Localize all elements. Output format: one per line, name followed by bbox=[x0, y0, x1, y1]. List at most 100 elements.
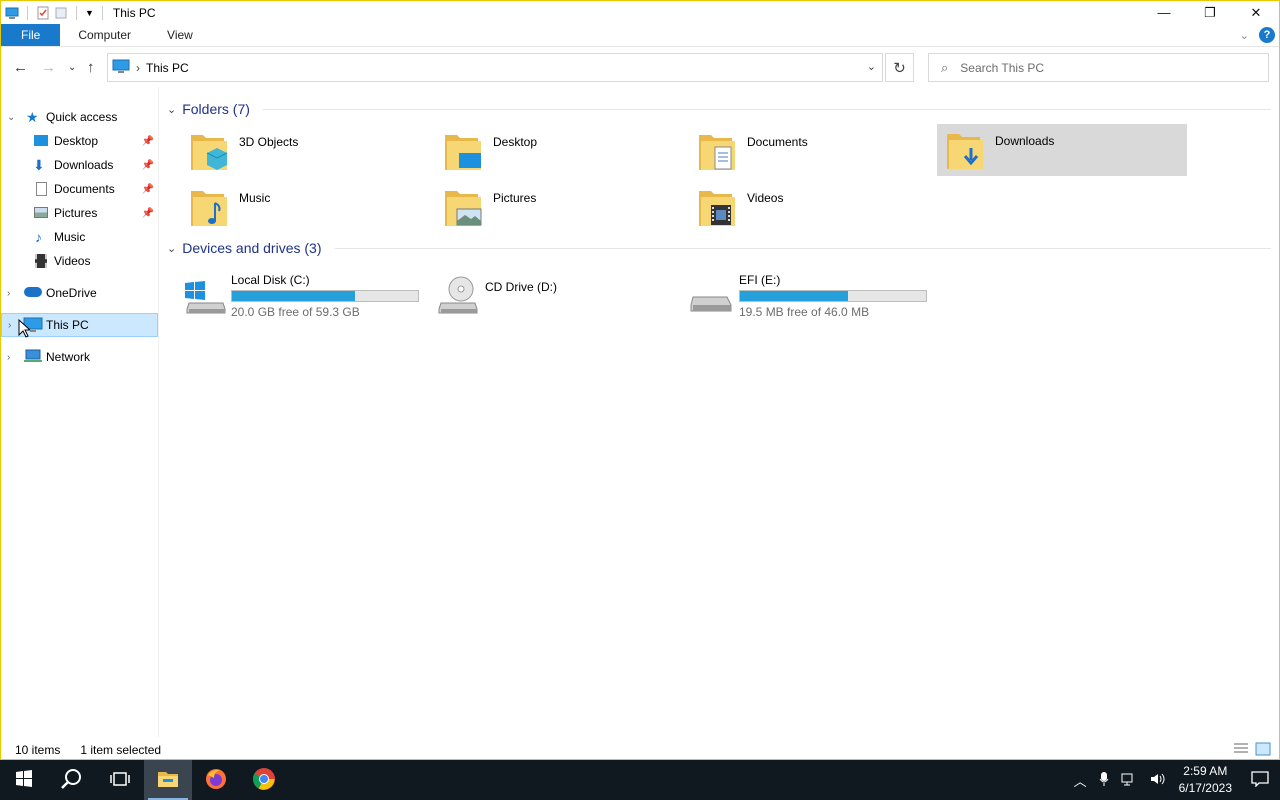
new-folder-icon[interactable] bbox=[54, 6, 68, 20]
folder-music[interactable]: Music bbox=[181, 181, 431, 233]
taskbar: ︿ 2:59 AM 6/17/2023 bbox=[0, 760, 1280, 800]
task-view-button[interactable] bbox=[96, 760, 144, 800]
close-button[interactable]: ✕ bbox=[1233, 1, 1279, 24]
refresh-icon: ↻ bbox=[893, 59, 906, 77]
search-icon: ⌕ bbox=[941, 59, 949, 75]
windows-drive-icon bbox=[181, 275, 227, 319]
address-dropdown-icon[interactable]: ⌄ bbox=[867, 60, 876, 73]
music-note-icon: ♪ bbox=[35, 229, 42, 245]
expand-ribbon-icon[interactable]: ⌄ bbox=[1240, 29, 1249, 42]
file-explorer-icon bbox=[157, 770, 179, 791]
windows-logo-icon bbox=[15, 769, 33, 791]
sidebar-item-label: Documents bbox=[54, 182, 115, 196]
maximize-button[interactable]: ❐ bbox=[1187, 1, 1233, 24]
drive-local-disk-c[interactable]: Local Disk (C:) 20.0 GB free of 59.3 GB bbox=[177, 271, 427, 323]
show-hidden-icons-chevron-icon[interactable]: ︿ bbox=[1068, 771, 1093, 790]
star-icon: ★ bbox=[26, 108, 39, 125]
folder-downloads[interactable]: Downloads bbox=[937, 124, 1187, 176]
window-controls: — ❐ ✕ bbox=[1141, 1, 1279, 24]
content-area: ⌄ Folders (7) 3D Objects Desktop Documen… bbox=[159, 93, 1271, 733]
sidebar-item-label: This PC bbox=[46, 318, 89, 332]
microphone-icon[interactable] bbox=[1093, 771, 1115, 790]
clock-time: 2:59 AM bbox=[1183, 764, 1228, 778]
start-button[interactable] bbox=[0, 760, 48, 800]
status-bar: 10 items 1 item selected bbox=[1, 739, 1279, 761]
search-button[interactable] bbox=[48, 760, 96, 800]
sidebar-item-documents[interactable]: Documents 📌 bbox=[1, 177, 158, 201]
this-pc-icon bbox=[5, 6, 19, 20]
firefox-taskbar-button[interactable] bbox=[192, 760, 240, 800]
sidebar-item-label: Desktop bbox=[54, 134, 99, 148]
expanded-chevron-icon[interactable]: ⌄ bbox=[7, 112, 15, 123]
quick-access-toolbar: ▼ bbox=[1, 5, 107, 20]
folders-group-header[interactable]: ⌄ Folders (7) bbox=[167, 99, 1271, 119]
ribbon-right: ⌄ ? bbox=[1240, 27, 1275, 43]
drive-name: Local Disk (C:) bbox=[231, 273, 310, 287]
network-icon bbox=[23, 348, 43, 367]
title-bar: ▼ This PC — ❐ ✕ bbox=[1, 1, 1279, 24]
tab-file[interactable]: File bbox=[1, 24, 61, 46]
chrome-icon bbox=[252, 767, 276, 794]
sidebar-item-pictures[interactable]: Pictures 📌 bbox=[1, 201, 158, 225]
help-icon[interactable]: ? bbox=[1259, 27, 1275, 43]
ribbon-tabs: File Computer View ⌄ ? bbox=[1, 24, 1279, 47]
sidebar-item-downloads[interactable]: ⬇ Downloads 📌 bbox=[1, 153, 158, 177]
folder-3d-objects[interactable]: 3D Objects bbox=[181, 125, 431, 177]
sidebar-item-music[interactable]: ♪ Music bbox=[1, 225, 158, 249]
large-icons-view-icon[interactable] bbox=[1255, 742, 1271, 759]
picture-icon bbox=[34, 207, 48, 218]
search-input[interactable] bbox=[960, 60, 1241, 75]
group-title: Devices and drives (3) bbox=[182, 240, 322, 256]
folder-videos[interactable]: Videos bbox=[689, 181, 939, 233]
drive-free-space: 19.5 MB free of 46.0 MB bbox=[739, 305, 870, 319]
file-explorer-taskbar-button[interactable] bbox=[144, 760, 192, 800]
group-collapse-chevron-icon[interactable]: ⌄ bbox=[167, 103, 176, 116]
sidebar-item-quick-access[interactable]: ⌄ ★ Quick access bbox=[1, 105, 158, 129]
drive-efi-e[interactable]: EFI (E:) 19.5 MB free of 46.0 MB bbox=[685, 271, 935, 323]
pin-icon: 📌 bbox=[141, 159, 154, 171]
clock[interactable]: 2:59 AM 6/17/2023 bbox=[1171, 763, 1240, 797]
volume-icon[interactable] bbox=[1143, 771, 1171, 790]
pin-icon: 📌 bbox=[141, 135, 154, 147]
sidebar-item-network[interactable]: › Network bbox=[1, 345, 158, 369]
sidebar-item-videos[interactable]: Videos bbox=[1, 249, 158, 273]
tab-view[interactable]: View bbox=[149, 24, 211, 46]
details-view-icon[interactable] bbox=[1233, 742, 1249, 759]
minimize-button[interactable]: — bbox=[1141, 1, 1187, 24]
group-title: Folders (7) bbox=[182, 101, 250, 117]
properties-icon[interactable] bbox=[36, 6, 50, 20]
action-center-button[interactable] bbox=[1240, 760, 1280, 800]
tab-computer[interactable]: Computer bbox=[60, 24, 149, 46]
sidebar-item-desktop[interactable]: Desktop 📌 bbox=[1, 129, 158, 153]
back-arrow-icon[interactable]: ← bbox=[13, 59, 28, 76]
devices-group-header[interactable]: ⌄ Devices and drives (3) bbox=[167, 238, 1271, 258]
folder-label: Videos bbox=[747, 191, 784, 205]
network-status-icon[interactable] bbox=[1115, 771, 1143, 790]
desktop-icon bbox=[34, 135, 48, 146]
drive-icon bbox=[689, 275, 735, 319]
folder-pictures[interactable]: Pictures bbox=[435, 181, 685, 233]
customize-qat-dropdown-icon[interactable]: ▼ bbox=[85, 8, 94, 18]
breadcrumb-chevron-icon[interactable]: › bbox=[136, 61, 140, 75]
sidebar-item-onedrive[interactable]: › OneDrive bbox=[1, 281, 158, 305]
this-pc-icon bbox=[112, 58, 130, 77]
collapsed-chevron-icon[interactable]: › bbox=[7, 288, 10, 299]
forward-arrow-icon[interactable]: → bbox=[41, 59, 56, 76]
recent-locations-chevron-icon[interactable]: ⌄ bbox=[68, 62, 76, 73]
item-count: 10 items bbox=[15, 743, 61, 757]
folder-label: Desktop bbox=[493, 135, 538, 149]
address-bar[interactable]: › This PC ⌄ bbox=[107, 53, 883, 82]
videos-folder-icon bbox=[697, 185, 737, 229]
folder-desktop[interactable]: Desktop bbox=[435, 125, 685, 177]
drive-cd-d[interactable]: CD Drive (D:) bbox=[431, 271, 681, 323]
collapsed-chevron-icon[interactable]: › bbox=[7, 352, 10, 363]
search-box[interactable]: ⌕ bbox=[928, 53, 1269, 82]
folder-documents[interactable]: Documents bbox=[689, 125, 939, 177]
group-collapse-chevron-icon[interactable]: ⌄ bbox=[167, 242, 176, 255]
refresh-button[interactable]: ↻ bbox=[885, 53, 914, 82]
up-arrow-icon[interactable]: ↑ bbox=[87, 59, 95, 76]
film-icon bbox=[35, 254, 47, 268]
collapsed-chevron-icon[interactable]: › bbox=[8, 320, 11, 331]
chrome-taskbar-button[interactable] bbox=[240, 760, 288, 800]
breadcrumb-this-pc[interactable]: This PC bbox=[146, 61, 189, 75]
